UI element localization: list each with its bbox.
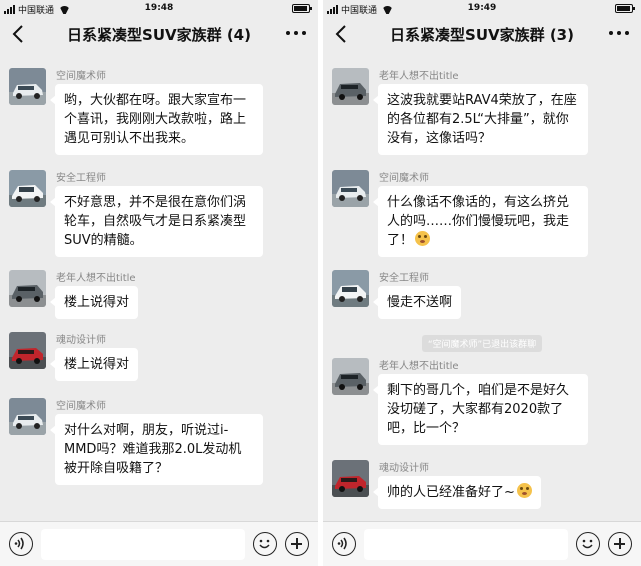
chat-screen-2: 中国联通 19:49 日系紧凑型SUV家族群 (3) 老年人想不出title 这… (323, 0, 641, 566)
emoji-icon[interactable] (253, 532, 277, 556)
plus-icon[interactable] (608, 532, 632, 556)
chat-title: 日系紧凑型SUV家族群 (3) (390, 26, 574, 44)
sender-name: 空间魔术师 (56, 401, 106, 412)
battery-icon (292, 4, 312, 13)
voice-icon[interactable] (332, 532, 356, 556)
sender-name: 安全工程师 (379, 273, 429, 284)
more-options-icon[interactable] (609, 31, 629, 35)
message-bubble[interactable]: 对什么对啊，朋友，听说过i-MMD吗？难道我那2.0L发动机被开除自吸籍了？ (50, 414, 263, 485)
sender-name: 魂动设计师 (56, 335, 106, 346)
avatar[interactable] (332, 68, 369, 105)
plus-icon[interactable] (285, 532, 309, 556)
sender-name: 空间魔术师 (56, 71, 106, 82)
voice-icon[interactable] (9, 532, 33, 556)
chat-screen-1: 中国联通 19:48 日系紧凑型SUV家族群 (4) 空间魔术师 哟，大伙都在呀… (0, 0, 318, 566)
emoji-icon (516, 483, 532, 498)
battery-icon (615, 4, 635, 13)
avatar[interactable] (332, 460, 369, 497)
two-chat-screens: 中国联通 19:48 日系紧凑型SUV家族群 (4) 空间魔术师 哟，大伙都在呀… (0, 0, 641, 566)
avatar[interactable] (332, 270, 369, 307)
sender-name: 老年人想不出title (379, 361, 459, 372)
avatar[interactable] (9, 270, 46, 307)
system-notice-text: “空间魔术师”已退出该群聊 (421, 335, 543, 352)
sender-name: 魂动设计师 (379, 463, 429, 474)
avatar[interactable] (332, 358, 369, 395)
avatar[interactable] (9, 332, 46, 369)
message-bubble[interactable]: 剩下的哥几个，咱们是不是好久没切磋了，大家都有2020款了吧，比一个？ (373, 374, 588, 445)
status-bar: 中国联通 19:48 (0, 0, 318, 18)
message-bubble[interactable]: 什么像话不像话的，有这么挤兑人的吗……你们慢慢玩吧，我走了！ (373, 186, 588, 257)
message-bubble[interactable]: 楼上说得对 (49, 348, 139, 381)
status-time: 19:48 (144, 3, 174, 13)
sender-name: 空间魔术师 (379, 173, 429, 184)
avatar[interactable] (9, 398, 46, 435)
avatar[interactable] (9, 170, 46, 207)
message-list[interactable]: 老年人想不出title 这波我就要站RAV4荣放了，在座的各位都有2.5L“大排… (323, 50, 641, 521)
back-icon[interactable] (335, 24, 347, 44)
avatar[interactable] (332, 170, 369, 207)
message-bubble[interactable]: 不好意思，并不是很在意你们涡轮车，自然吸气才是日系紧凑型SUV的精髓。 (50, 186, 263, 257)
message-bubble[interactable]: 慢走不送啊 (372, 286, 462, 319)
message-bubble[interactable]: 哟，大伙都在呀。跟大家宣布一个喜讯，我刚刚大改款啦，路上遇见可别认不出我来。 (50, 84, 263, 155)
nav-bar: 日系紧凑型SUV家族群 (4) (0, 18, 318, 50)
input-bar (0, 521, 318, 566)
status-bar: 中国联通 19:49 (323, 0, 641, 18)
system-notice: “空间魔术师”已退出该群聊 (323, 332, 641, 352)
input-bar (323, 521, 641, 566)
sender-name: 老年人想不出title (379, 71, 459, 82)
sender-name: 老年人想不出title (56, 273, 136, 284)
message-list[interactable]: 空间魔术师 哟，大伙都在呀。跟大家宣布一个喜讯，我刚刚大改款啦，路上遇见可别认不… (0, 50, 318, 521)
more-options-icon[interactable] (286, 31, 306, 35)
emoji-icon (415, 231, 431, 246)
message-text: 帅的人已经准备好了~ (387, 485, 515, 500)
message-input[interactable] (41, 529, 245, 560)
status-time: 19:49 (467, 3, 497, 13)
chat-title: 日系紧凑型SUV家族群 (4) (67, 26, 251, 44)
back-icon[interactable] (12, 24, 24, 44)
nav-bar: 日系紧凑型SUV家族群 (3) (323, 18, 641, 50)
sender-name: 安全工程师 (56, 173, 106, 184)
message-bubble[interactable]: 楼上说得对 (49, 286, 139, 319)
emoji-icon[interactable] (576, 532, 600, 556)
message-bubble[interactable]: 帅的人已经准备好了~ (373, 476, 541, 509)
avatar[interactable] (9, 68, 46, 105)
message-input[interactable] (364, 529, 568, 560)
message-bubble[interactable]: 这波我就要站RAV4荣放了，在座的各位都有2.5L“大排量”，就你没有，这像话吗… (373, 84, 588, 155)
